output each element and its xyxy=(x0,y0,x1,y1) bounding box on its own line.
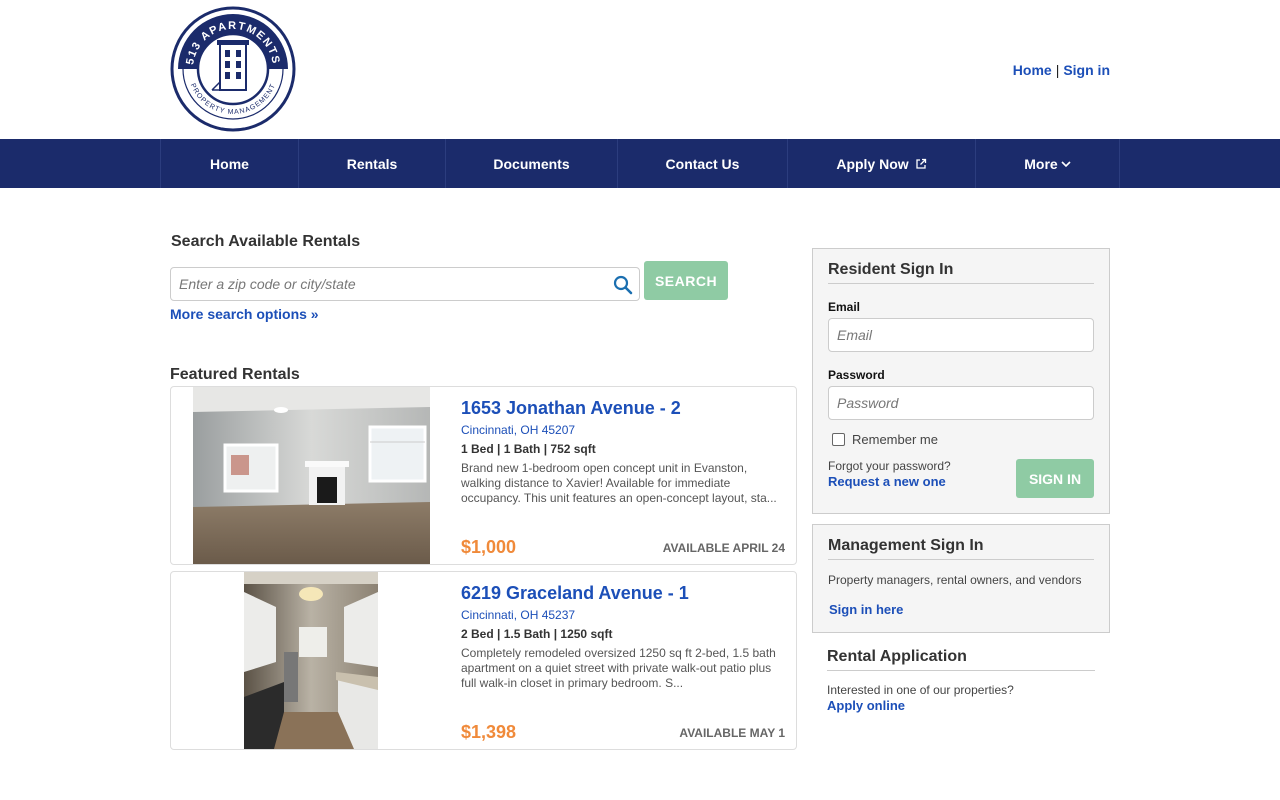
top-signin-link[interactable]: Sign in xyxy=(1063,62,1110,78)
management-signin-title: Management Sign In xyxy=(828,537,984,554)
email-label: Email xyxy=(828,300,861,314)
divider xyxy=(828,559,1094,560)
top-link-separator: | xyxy=(1055,62,1060,78)
listing-description: Brand new 1-bedroom open concept unit in… xyxy=(461,461,777,505)
external-link-icon xyxy=(916,158,926,169)
more-search-options-link[interactable]: More search options » xyxy=(170,306,319,322)
nav-contact-us[interactable]: Contact Us xyxy=(617,139,787,188)
main-navbar: Home Rentals Documents Contact Us Apply … xyxy=(0,139,1280,188)
nav-apply-now[interactable]: Apply Now xyxy=(787,139,975,188)
listing-availability: AVAILABLE APRIL 24 xyxy=(662,541,785,555)
listing-card[interactable]: 1653 Jonathan Avenue - 2 Cincinnati, OH … xyxy=(170,386,797,565)
nav-documents-label: Documents xyxy=(493,155,570,172)
listing-photo[interactable] xyxy=(244,572,378,749)
email-field[interactable] xyxy=(828,318,1094,352)
search-title: Search Available Rentals xyxy=(171,233,361,250)
nav-rentals-label: Rentals xyxy=(346,155,398,172)
divider xyxy=(827,670,1095,671)
search-button[interactable]: SEARCH xyxy=(644,261,728,300)
resident-signin-panel: Resident Sign In Email Password Remember… xyxy=(812,248,1110,514)
featured-title: Featured Rentals xyxy=(170,366,300,383)
nav-more-label: More xyxy=(1024,155,1058,172)
listing-city: Cincinnati, OH 45207 xyxy=(461,423,576,437)
listing-city: Cincinnati, OH 45237 xyxy=(461,608,576,622)
management-text: Property managers, rental owners, and ve… xyxy=(828,573,1082,587)
nav-documents[interactable]: Documents xyxy=(445,139,617,188)
listing-description: Completely remodeled oversized 1250 sq f… xyxy=(461,646,776,690)
listing-address[interactable]: 6219 Graceland Avenue - 1 xyxy=(461,583,689,604)
resident-signin-title: Resident Sign In xyxy=(828,261,954,278)
top-links: Home | Sign in xyxy=(1013,62,1110,78)
nav-more[interactable]: More xyxy=(975,139,1120,188)
password-label: Password xyxy=(828,368,885,382)
remember-me[interactable]: Remember me xyxy=(832,432,938,447)
listing-availability: AVAILABLE MAY 1 xyxy=(679,726,785,740)
forgot-password-text: Forgot your password? xyxy=(828,459,951,473)
listing-specs: 1 Bed | 1 Bath | 752 sqft xyxy=(461,442,596,456)
resident-signin-button[interactable]: SIGN IN xyxy=(1016,459,1094,498)
divider xyxy=(828,283,1094,284)
remember-me-label: Remember me xyxy=(852,432,938,447)
rental-application-title: Rental Application xyxy=(827,648,967,665)
nav-contact-label: Contact Us xyxy=(665,155,740,172)
management-signin-panel: Management Sign In Property managers, re… xyxy=(812,524,1110,633)
search-icon[interactable] xyxy=(613,275,633,295)
rental-application-text: Interested in one of our properties? xyxy=(827,683,1014,697)
nav-apply-label: Apply Now xyxy=(836,155,909,172)
company-logo[interactable]: 513 APARTMENTS PROPERTY MANAGEMENT xyxy=(170,6,296,132)
password-field[interactable] xyxy=(828,386,1094,420)
listing-specs: 2 Bed | 1.5 Bath | 1250 sqft xyxy=(461,627,613,641)
apply-online-link[interactable]: Apply online xyxy=(827,698,905,713)
nav-home-label: Home xyxy=(210,155,249,172)
listing-address[interactable]: 1653 Jonathan Avenue - 2 xyxy=(461,398,681,419)
listing-photo[interactable] xyxy=(193,387,430,564)
nav-home[interactable]: Home xyxy=(160,139,298,188)
listing-price: $1,000 xyxy=(461,537,517,557)
rental-application-section: Rental Application Interested in one of … xyxy=(812,640,1110,730)
top-home-link[interactable]: Home xyxy=(1013,62,1052,78)
listing-card[interactable]: 6219 Graceland Avenue - 1 Cincinnati, OH… xyxy=(170,571,797,750)
request-new-password-link[interactable]: Request a new one xyxy=(828,474,946,489)
search-input[interactable] xyxy=(171,268,591,300)
search-box xyxy=(170,267,640,301)
listing-price: $1,398 xyxy=(461,722,517,742)
management-signin-link[interactable]: Sign in here xyxy=(829,602,903,617)
chevron-down-icon xyxy=(1061,160,1071,167)
nav-rentals[interactable]: Rentals xyxy=(298,139,445,188)
remember-me-checkbox[interactable] xyxy=(832,433,845,446)
site-header: 513 APARTMENTS PROPERTY MANAGEMENT Home |… xyxy=(0,0,1280,139)
